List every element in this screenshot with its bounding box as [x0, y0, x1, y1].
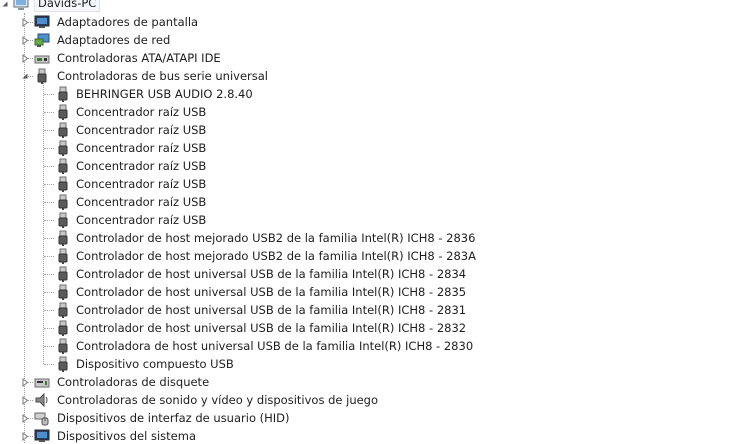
tree-device-row[interactable]: Concentrador raíz USB	[0, 157, 749, 175]
device-label: Concentrador raíz USB	[76, 105, 207, 119]
tree-category-row[interactable]: Adaptadores de pantalla	[0, 13, 749, 31]
usb-plug-icon	[34, 67, 50, 85]
expand-arrow-icon[interactable]	[20, 31, 30, 49]
tree-category-row[interactable]: Dispositivos de interfaz de usuario (HID…	[0, 409, 749, 427]
tree-category-row[interactable]: Dispositivos del sistema	[0, 427, 749, 444]
tree-category-row[interactable]: Adaptadores de red	[0, 31, 749, 49]
tree-category-row[interactable]: Controladoras de sonido y vídeo y dispos…	[0, 391, 749, 409]
tree-device-row[interactable]: Concentrador raíz USB	[0, 175, 749, 193]
usb-plug-icon	[55, 337, 71, 355]
category-label: Adaptadores de red	[57, 33, 171, 47]
expand-arrow-icon[interactable]	[20, 373, 30, 391]
usb-plug-icon	[55, 103, 71, 121]
usb-plug-icon	[55, 319, 71, 337]
device-label: Controlador de host universal USB de la …	[76, 285, 467, 299]
usb-plug-icon	[55, 211, 71, 229]
device-label: Concentrador raíz USB	[76, 159, 207, 173]
device-label: Controlador de host mejorado USB2 de la …	[76, 249, 476, 263]
tree-device-row[interactable]: Controladora de host universal USB de la…	[0, 337, 749, 355]
category-label: Controladoras de bus serie universal	[57, 69, 268, 83]
device-label: Concentrador raíz USB	[76, 177, 207, 191]
device-label: BEHRINGER USB AUDIO 2.8.40	[76, 87, 253, 101]
usb-plug-icon	[55, 121, 71, 139]
device-label: Concentrador raíz USB	[76, 123, 207, 137]
system-device-icon	[34, 427, 50, 444]
tree-device-row[interactable]: Dispositivo compuesto USB	[0, 355, 749, 373]
floppy-controller-icon	[34, 373, 50, 391]
device-label: Controlador de host mejorado USB2 de la …	[76, 231, 476, 245]
device-label: Concentrador raíz USB	[76, 195, 207, 209]
tree-device-row[interactable]: Concentrador raíz USB	[0, 193, 749, 211]
usb-plug-icon	[55, 265, 71, 283]
usb-plug-icon	[55, 85, 71, 103]
tree-device-row[interactable]: Controlador de host mejorado USB2 de la …	[0, 247, 749, 265]
expand-arrow-icon[interactable]	[20, 49, 30, 67]
usb-plug-icon	[55, 229, 71, 247]
display-adapter-icon	[34, 13, 50, 31]
device-label: Controladora de host universal USB de la…	[76, 339, 474, 353]
tree-device-row[interactable]: Concentrador raíz USB	[0, 211, 749, 229]
tree-category-row[interactable]: Controladoras de disquete	[0, 373, 749, 391]
expand-arrow-icon[interactable]	[20, 427, 30, 444]
tree-device-row[interactable]: Concentrador raíz USB	[0, 139, 749, 157]
expand-arrow-icon[interactable]	[20, 409, 30, 427]
category-label: Adaptadores de pantalla	[57, 15, 199, 29]
tree-root-row[interactable]: Davids-PC	[0, 0, 749, 13]
category-label: Controladoras ATA/ATAPI IDE	[57, 51, 221, 65]
expand-arrow-icon[interactable]	[20, 13, 30, 31]
expand-arrow-icon[interactable]	[20, 391, 30, 409]
category-label: Dispositivos del sistema	[57, 429, 196, 443]
tree-device-row[interactable]: Concentrador raíz USB	[0, 103, 749, 121]
usb-plug-icon	[55, 283, 71, 301]
device-label: Controlador de host universal USB de la …	[76, 267, 467, 281]
device-label: Concentrador raíz USB	[76, 213, 207, 227]
usb-plug-icon	[55, 301, 71, 319]
collapse-arrow-icon[interactable]	[0, 0, 10, 13]
usb-plug-icon	[55, 355, 71, 373]
category-label: Controladoras de disquete	[57, 375, 210, 389]
tree-device-row[interactable]: Controlador de host universal USB de la …	[0, 265, 749, 283]
usb-plug-icon	[55, 157, 71, 175]
speaker-icon	[34, 391, 50, 409]
tree-device-row[interactable]: Controlador de host mejorado USB2 de la …	[0, 229, 749, 247]
root-label: Davids-PC	[34, 0, 101, 12]
tree-device-row[interactable]: Concentrador raíz USB	[0, 121, 749, 139]
network-adapter-icon	[34, 31, 50, 49]
tree-category-row[interactable]: Controladoras ATA/ATAPI IDE	[0, 49, 749, 67]
usb-plug-icon	[55, 139, 71, 157]
category-label: Dispositivos de interfaz de usuario (HID…	[57, 411, 290, 425]
hid-icon	[34, 409, 50, 427]
device-label: Dispositivo compuesto USB	[76, 357, 234, 371]
tree-device-row[interactable]: Controlador de host universal USB de la …	[0, 301, 749, 319]
device-label: Concentrador raíz USB	[76, 141, 207, 155]
tree-device-row[interactable]: Controlador de host universal USB de la …	[0, 283, 749, 301]
device-label: Controlador de host universal USB de la …	[76, 303, 467, 317]
device-manager-tree: Davids-PC Adaptadores de pantalla Adapta…	[0, 0, 749, 444]
ide-controller-icon	[34, 49, 50, 67]
computer-icon	[13, 0, 29, 13]
tree-device-row[interactable]: Controlador de host universal USB de la …	[0, 319, 749, 337]
usb-plug-icon	[55, 175, 71, 193]
tree-device-row[interactable]: BEHRINGER USB AUDIO 2.8.40	[0, 85, 749, 103]
collapse-arrow-icon[interactable]	[20, 67, 30, 85]
category-label: Controladoras de sonido y vídeo y dispos…	[57, 393, 379, 407]
usb-plug-icon	[55, 193, 71, 211]
device-label: Controlador de host universal USB de la …	[76, 321, 467, 335]
usb-plug-icon	[55, 247, 71, 265]
tree-category-row[interactable]: Controladoras de bus serie universal	[0, 67, 749, 85]
